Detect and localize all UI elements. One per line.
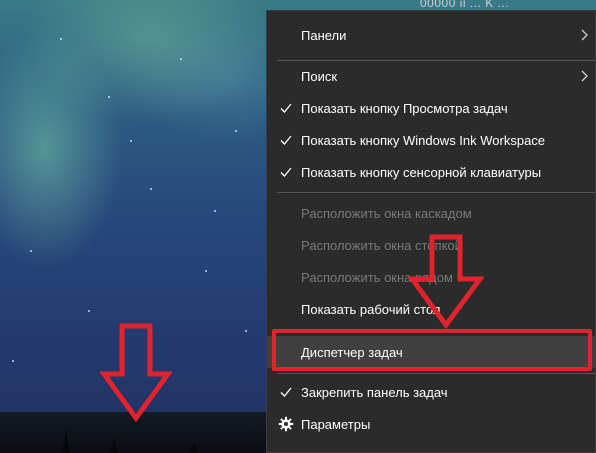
- menu-item-label: Расположить окна каскадом: [301, 205, 472, 221]
- highlight-box: [272, 329, 592, 371]
- menu-item-label: Параметры: [301, 416, 371, 432]
- menu-item-label: Показать кнопку Windows Ink Workspace: [301, 132, 546, 148]
- menu-item-settings[interactable]: Параметры: [267, 408, 596, 440]
- gear-icon: [278, 416, 294, 432]
- menu-item-show-touch-keyboard[interactable]: Показать кнопку сенсорной клавиатуры: [267, 156, 596, 188]
- menu-item-label: Показать кнопку сенсорной клавиатуры: [301, 164, 542, 180]
- taskbar-context-menu: Панели Поиск Показать кнопку Просмотра з…: [266, 10, 596, 453]
- menu-item-show-task-view[interactable]: Показать кнопку Просмотра задач: [267, 92, 596, 124]
- checkmark-icon: [280, 135, 292, 145]
- chevron-right-icon: [581, 70, 588, 82]
- menu-item-label: Панели: [301, 27, 347, 43]
- menu-separator: [277, 192, 595, 193]
- menu-item-label: Поиск: [301, 68, 338, 84]
- red-arrow-down-icon: [408, 234, 484, 329]
- red-arrow-down-icon: [100, 323, 172, 422]
- checkmark-icon: [280, 167, 292, 177]
- menu-item-label: Закрепить панель задач: [301, 384, 448, 400]
- menu-item-label: Показать кнопку Просмотра задач: [301, 100, 508, 116]
- menu-item-show-ink-workspace[interactable]: Показать кнопку Windows Ink Workspace: [267, 124, 596, 156]
- chevron-right-icon: [581, 29, 588, 41]
- menu-item-lock-taskbar[interactable]: Закрепить панель задач: [267, 376, 596, 408]
- checkmark-icon: [280, 103, 292, 113]
- menu-item-cascade-windows: Расположить окна каскадом: [267, 197, 596, 229]
- system-tray-text: 00000 ii ... K ...: [420, 0, 510, 10]
- menu-item-panels[interactable]: Панели: [267, 19, 596, 51]
- checkmark-icon: [280, 387, 292, 397]
- menu-item-search[interactable]: Поиск: [267, 60, 596, 92]
- menu-separator: [277, 373, 595, 374]
